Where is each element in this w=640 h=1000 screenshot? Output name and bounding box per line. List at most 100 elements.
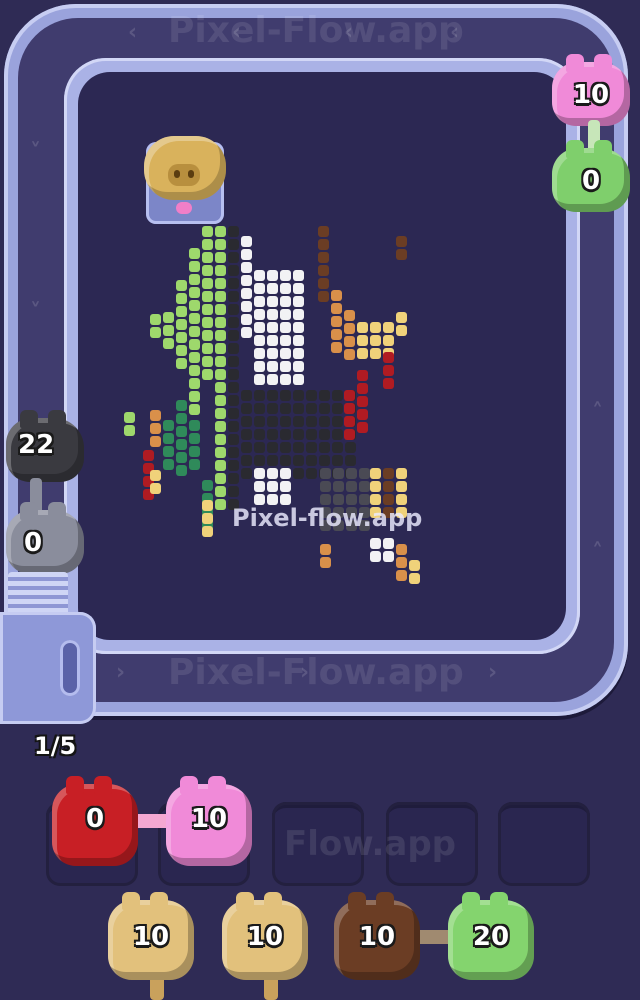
pixel-block [318, 252, 329, 263]
pixel-block [396, 249, 407, 260]
pixel-block [241, 403, 252, 414]
pixel-block [241, 429, 252, 440]
pixel-block [215, 278, 226, 289]
pixel-block [189, 326, 200, 337]
pixel-block [215, 499, 226, 510]
pixel-block [150, 423, 161, 434]
pig-pink-tray[interactable]: 10 [166, 776, 252, 866]
pixel-block [293, 455, 304, 466]
pig-black-track[interactable]: 22 [6, 410, 84, 482]
pixel-block [396, 312, 407, 323]
pixel-block [254, 309, 265, 320]
pixel-block [383, 378, 394, 389]
pixel-block [189, 420, 200, 431]
pixel-block [163, 420, 174, 431]
pig-green-track[interactable]: 0 [552, 140, 630, 212]
pixel-block [215, 343, 226, 354]
pixel-block [228, 382, 239, 393]
tray-slot-5[interactable] [498, 802, 590, 886]
pixel-block [383, 365, 394, 376]
pixel-block [241, 455, 252, 466]
pixel-block [254, 416, 265, 427]
pixel-block [331, 342, 342, 353]
pig-pink-track[interactable]: 10 [552, 54, 630, 126]
pixel-block [241, 301, 252, 312]
pixel-block [331, 303, 342, 314]
pig-brown-queue-3[interactable]: 10 [334, 892, 420, 980]
pixel-block [396, 236, 407, 247]
pixel-block [189, 261, 200, 272]
pixel-block [215, 291, 226, 302]
pig-ear [490, 892, 508, 910]
pixel-block [241, 249, 252, 260]
pixel-block [344, 416, 355, 427]
pixel-block [202, 317, 213, 328]
pixel-block [215, 486, 226, 497]
pixel-block [254, 390, 265, 401]
pixel-block [396, 325, 407, 336]
pixel-block [189, 248, 200, 259]
pixel-block [215, 473, 226, 484]
pixel-block [215, 434, 226, 445]
pixel-block [383, 335, 394, 346]
pixel-block [241, 288, 252, 299]
pixel-block [150, 436, 161, 447]
pixel-block [189, 378, 200, 389]
pig-ear [180, 776, 198, 794]
pig-count: 20 [472, 922, 510, 952]
pig-tan-queue-1[interactable]: 10 [108, 892, 194, 980]
pixel-block [357, 370, 368, 381]
pixel-block [357, 348, 368, 359]
golden-pig-nostril [188, 170, 194, 178]
pixel-block [306, 390, 317, 401]
pig-ear [594, 140, 612, 158]
pixel-block [254, 296, 265, 307]
pixel-block [267, 390, 278, 401]
pixel-block [228, 486, 239, 497]
pixel-block [228, 434, 239, 445]
pig-green-queue-4[interactable]: 20 [448, 892, 534, 980]
pixel-block [241, 416, 252, 427]
pixel-block [267, 481, 278, 492]
pixel-block [189, 313, 200, 324]
pixel-block [346, 481, 357, 492]
pixel-block [306, 468, 317, 479]
pixel-block [215, 447, 226, 458]
pixel-block [254, 442, 265, 453]
pixel-block [176, 439, 187, 450]
pixel-block [293, 309, 304, 320]
pixel-block [280, 390, 291, 401]
pixel-block [293, 429, 304, 440]
pig-tan-queue-2[interactable]: 10 [222, 892, 308, 980]
golden-pig[interactable] [144, 136, 226, 214]
pig-ear [348, 892, 366, 910]
pig-dispenser [0, 612, 96, 724]
pig-gray-track[interactable]: 0 [6, 502, 84, 574]
pixel-block [396, 544, 407, 555]
pixel-block [189, 287, 200, 298]
pixel-block [306, 416, 317, 427]
pixel-block [333, 481, 344, 492]
pixel-block [215, 239, 226, 250]
pig-ear [66, 776, 84, 794]
pixel-block [267, 309, 278, 320]
pig-red-tray[interactable]: 0 [52, 776, 138, 866]
pixel-block [357, 322, 368, 333]
pixel-block [228, 278, 239, 289]
pixel-block [176, 332, 187, 343]
pixel-block [319, 442, 330, 453]
pixel-block [409, 560, 420, 571]
pixel-block [370, 468, 381, 479]
pixel-block [344, 323, 355, 334]
pixel-block [319, 429, 330, 440]
pixel-block [163, 459, 174, 470]
pixel-block [331, 290, 342, 301]
pixel-block [280, 270, 291, 281]
pixel-block [267, 455, 278, 466]
pig-ear [48, 502, 66, 520]
pixel-block [215, 356, 226, 367]
pixel-block [176, 426, 187, 437]
pixel-block [215, 369, 226, 380]
pixel-block [320, 557, 331, 568]
pixel-block [344, 390, 355, 401]
